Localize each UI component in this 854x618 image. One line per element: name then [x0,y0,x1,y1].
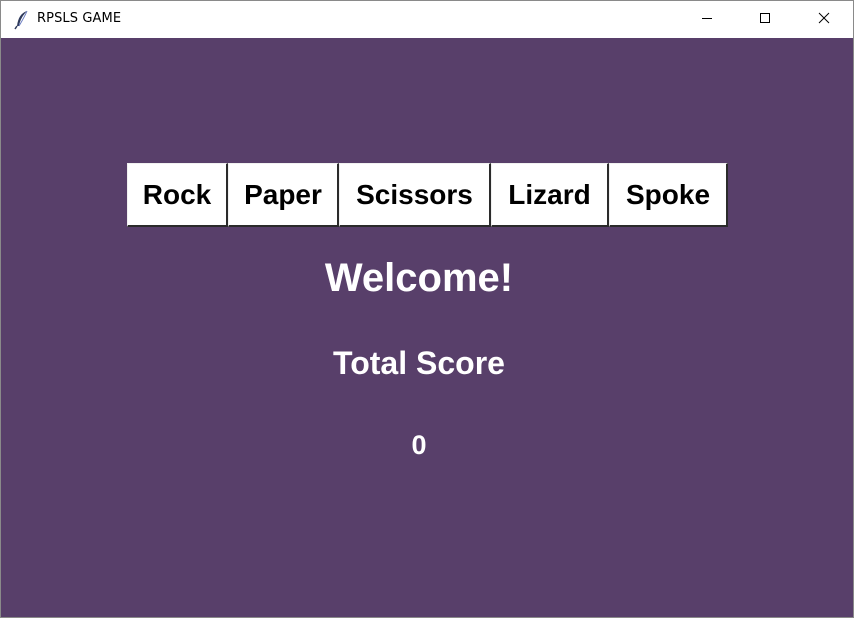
game-area: Rock Paper Scissors Lizard Spoke Welcome… [1,38,853,617]
minimize-button[interactable] [678,1,736,38]
scissors-button[interactable]: Scissors [339,163,491,227]
window-title: RPSLS GAME [37,11,122,26]
app-window: RPSLS GAME Rock Paper Scissors Lizard Sp… [0,0,854,618]
close-icon [818,11,830,29]
close-button[interactable] [795,1,853,38]
status-message: Welcome! [324,256,514,300]
maximize-button[interactable] [736,1,794,38]
minimize-icon [701,11,713,29]
paper-button[interactable]: Paper [228,163,339,227]
score-label: Total Score [333,345,505,381]
choice-buttons: Rock Paper Scissors Lizard Spoke [127,163,728,227]
score-value: 0 [411,430,427,460]
maximize-icon [759,11,771,29]
rock-button[interactable]: Rock [127,163,228,227]
feather-icon [13,10,31,30]
spoke-button[interactable]: Spoke [609,163,728,227]
title-bar[interactable]: RPSLS GAME [1,1,853,38]
lizard-button[interactable]: Lizard [491,163,609,227]
